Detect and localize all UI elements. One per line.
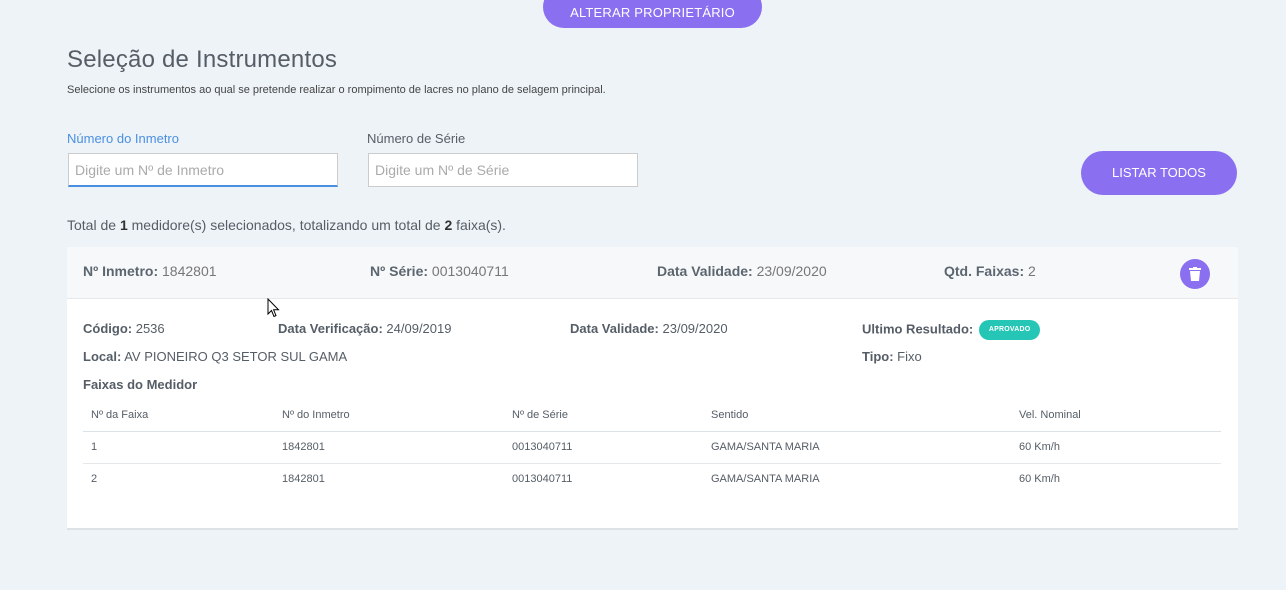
total-summary: Total de 1 medidore(s) selecionados, tot… <box>67 217 506 233</box>
trash-icon <box>1189 267 1201 281</box>
tipo-label: Tipo: <box>862 349 894 364</box>
verificacao-field: Data Verificação: 24/09/2019 <box>278 321 451 336</box>
delete-button[interactable] <box>1180 259 1210 289</box>
col-vel-nominal: Vel. Nominal <box>1011 400 1221 432</box>
header-serie-label: Nº Série: <box>370 263 429 279</box>
col-inmetro: Nº do Inmetro <box>274 400 504 432</box>
header-validade-value: 23/09/2020 <box>756 263 827 279</box>
status-badge: APROVADO <box>978 320 1041 340</box>
medidor-card-header[interactable]: Nº Inmetro: 1842801 Nº Série: 0013040711… <box>67 247 1238 299</box>
faixas-section-title: Faixas do Medidor <box>83 377 197 392</box>
total-prefix: Total de <box>67 217 120 233</box>
inmetro-input[interactable] <box>68 153 338 187</box>
cell: 60 Km/h <box>1011 431 1221 464</box>
table-header-row: Nº da Faixa Nº do Inmetro Nº de Série Se… <box>83 400 1221 432</box>
medidor-card: Nº Inmetro: 1842801 Nº Série: 0013040711… <box>67 247 1238 530</box>
tipo-field: Tipo: Fixo <box>862 349 922 364</box>
cell: 0013040711 <box>512 473 573 486</box>
alterar-proprietario-button[interactable]: ALTERAR PROPRIETÁRIO <box>543 0 762 28</box>
cell: 1842801 <box>282 473 325 486</box>
verificacao-label: Data Verificação: <box>278 321 383 336</box>
local-value: AV PIONEIRO Q3 SETOR SUL GAMA <box>124 349 348 364</box>
serie-label: Número de Série <box>367 131 466 146</box>
faixas-table: Nº da Faixa Nº do Inmetro Nº de Série Se… <box>83 400 1221 495</box>
cell: 0013040711 <box>504 431 703 464</box>
header-inmetro-label: Nº Inmetro: <box>83 263 159 279</box>
codigo-field: Código: 2536 <box>83 321 165 336</box>
listar-todos-button[interactable]: LISTAR TODOS <box>1081 151 1237 195</box>
page-title: Seleção de Instrumentos <box>67 46 338 73</box>
header-inmetro-value: 1842801 <box>162 263 217 279</box>
cell: GAMA/SANTA MARIA <box>703 431 1011 464</box>
mouse-cursor-icon <box>267 298 280 318</box>
total-medidores: 1 <box>119 217 128 233</box>
local-field: Local: AV PIONEIRO Q3 SETOR SUL GAMA <box>83 349 347 364</box>
table-row: 1 1842801 0013040711 GAMA/SANTA MARIA 60… <box>83 431 1221 464</box>
faixas-title-text: Faixas do Medidor <box>83 377 198 392</box>
validade-value: 23/09/2020 <box>662 321 728 336</box>
serie-input[interactable] <box>368 153 638 187</box>
inmetro-label: Número do Inmetro <box>67 131 179 146</box>
tipo-value: Fixo <box>897 349 922 364</box>
codigo-value: 2536 <box>135 321 165 336</box>
cell: 1 <box>83 431 274 464</box>
header-validade-label: Data Validade: <box>657 263 753 279</box>
total-suffix: faixa(s). <box>452 217 506 233</box>
header-faixas-value: 2 <box>1028 263 1036 279</box>
validade-label: Data Validade: <box>570 321 659 336</box>
header-serie-value: 0013040711 <box>431 263 509 279</box>
codigo-label: Código: <box>83 321 133 336</box>
cell: 1842801 <box>274 431 504 464</box>
cell: 2 <box>91 473 98 486</box>
header-faixas: Qtd. Faixas: 2 <box>944 263 1036 279</box>
cell: GAMA/SANTA MARIA <box>711 473 820 486</box>
header-validade: Data Validade: 23/09/2020 <box>657 263 827 279</box>
header-faixas-label: Qtd. Faixas: <box>944 263 1025 279</box>
resultado-field: Ultimo Resultado: APROVADO <box>862 320 1041 340</box>
local-label: Local: <box>83 349 122 364</box>
col-faixa: Nº da Faixa <box>83 400 274 432</box>
header-serie: Nº Série: 0013040711 <box>370 263 509 279</box>
header-inmetro: Nº Inmetro: 1842801 <box>83 263 217 279</box>
resultado-label: Ultimo Resultado: <box>862 321 974 337</box>
col-sentido: Sentido <box>703 400 1011 432</box>
cell: 60 Km/h <box>1019 473 1060 486</box>
total-middle: medidore(s) selecionados, totalizando um… <box>127 217 445 233</box>
verificacao-value: 24/09/2019 <box>386 321 452 336</box>
validade-field: Data Validade: 23/09/2020 <box>570 321 728 336</box>
page-subtitle: Selecione os instrumentos ao qual se pre… <box>67 84 606 96</box>
col-serie: Nº de Série <box>504 400 703 432</box>
table-row: 2 1842801 0013040711 GAMA/SANTA MARIA 60… <box>83 463 1221 495</box>
